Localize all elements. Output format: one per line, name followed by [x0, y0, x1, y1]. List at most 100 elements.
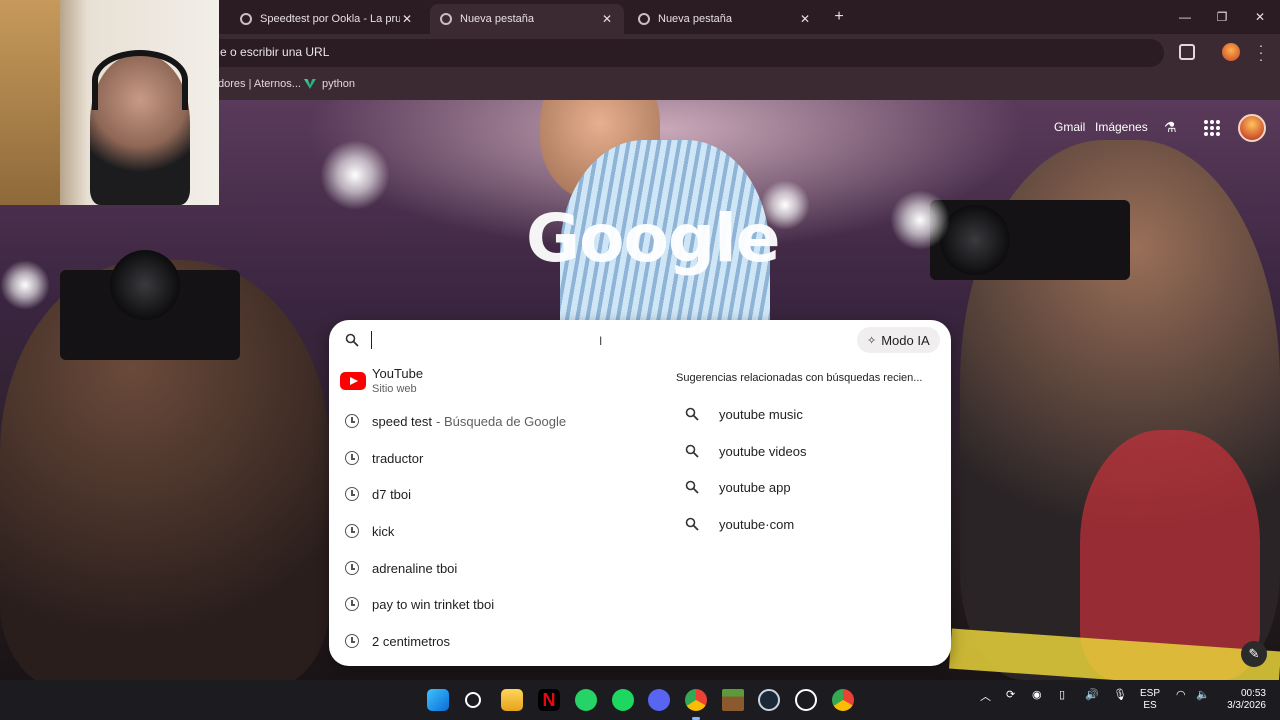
restore-button[interactable]: ❐: [1212, 8, 1232, 26]
tray-sync-icon[interactable]: ⟳: [1006, 688, 1015, 701]
search-icon: [685, 480, 699, 494]
labs-flask-icon[interactable]: ⚗: [1164, 119, 1178, 135]
vue-icon: [304, 79, 316, 89]
tab-nueva-pestana-active[interactable]: Nueva pestaña ✕: [430, 4, 624, 34]
related-suggestions-header: Sugerencias relacionadas con búsquedas r…: [676, 372, 923, 384]
history-suggestion[interactable]: 2 centimetros: [329, 624, 649, 658]
chrome-favicon-icon: [440, 13, 452, 25]
tab-speedtest[interactable]: Speedtest por Ookla - La prueb ✕: [230, 4, 424, 34]
tab-label: Speedtest por Ookla - La prueb: [260, 13, 400, 25]
related-text: youtube app: [719, 479, 791, 495]
history-suggestion[interactable]: d7 tboi: [329, 477, 649, 511]
webcam-background-door: [0, 0, 60, 205]
history-suggestion[interactable]: speed test - Búsqueda de Google: [329, 404, 649, 438]
google-apps-icon[interactable]: [1204, 120, 1220, 136]
ai-sparkle-icon: ✧: [867, 334, 877, 347]
close-window-button[interactable]: ✕: [1250, 8, 1270, 26]
history-clock-icon: [345, 414, 359, 428]
history-suggestion[interactable]: kick: [329, 514, 649, 548]
tray-battery-icon[interactable]: ▯: [1059, 688, 1065, 701]
steam-icon[interactable]: [758, 689, 780, 711]
gmail-link[interactable]: Gmail: [1054, 120, 1085, 134]
bookmark-python[interactable]: python: [304, 78, 355, 90]
chrome-favicon-icon: [638, 13, 650, 25]
spotify-icon[interactable]: [612, 689, 634, 711]
search-icon: [685, 444, 699, 458]
netflix-icon[interactable]: N: [538, 689, 560, 711]
bookmark-aternos[interactable]: dores | Aternos...: [218, 78, 301, 90]
tray-volume-icon[interactable]: 🔊: [1085, 688, 1099, 701]
tray-steam-icon[interactable]: ◉: [1032, 688, 1042, 701]
minecraft-icon[interactable]: [722, 689, 744, 711]
modo-ia-label: Modo IA: [881, 332, 930, 348]
history-clock-icon: [345, 561, 359, 575]
address-bar[interactable]: e o escribir una URL: [200, 39, 1164, 67]
suggestion-subtitle: Sitio web: [372, 383, 417, 395]
bookmark-label: python: [322, 78, 356, 90]
language-indicator[interactable]: ESP ES: [1140, 688, 1160, 712]
windows-start-icon[interactable]: [427, 689, 449, 711]
history-hint: - Búsqueda de Google: [436, 413, 567, 429]
related-text: youtube music: [719, 406, 803, 422]
camera-lens-right: [940, 205, 1010, 275]
tab-label: Nueva pestaña: [658, 13, 732, 25]
taskbar-clock[interactable]: 00:53 3/3/2026: [1224, 688, 1266, 712]
history-text: traductor: [372, 450, 424, 466]
account-avatar[interactable]: [1238, 114, 1266, 142]
history-clock-icon: [345, 597, 359, 611]
history-clock-icon: [345, 487, 359, 501]
menu-kebab-icon[interactable]: · · ·: [1258, 38, 1264, 66]
extensions-icon[interactable]: [1179, 44, 1195, 60]
tray-chevron-up-icon[interactable]: ︿: [980, 688, 991, 704]
history-text: 2 centimetros: [372, 633, 451, 649]
history-text: speed test: [372, 413, 432, 429]
customize-pencil-icon[interactable]: ✎: [1241, 641, 1267, 667]
chrome-alt-icon[interactable]: [832, 689, 854, 711]
history-suggestion[interactable]: adrenaline tboi: [329, 551, 649, 585]
profile-avatar[interactable]: [1222, 43, 1240, 61]
language-code: ESP: [1140, 688, 1161, 699]
search-input[interactable]: [371, 331, 372, 349]
camera-flash: [0, 260, 50, 310]
speedtest-favicon-icon: [240, 13, 252, 25]
related-suggestion[interactable]: youtube videos: [685, 436, 806, 466]
screen: Speedtest por Ookla - La prueb ✕ Nueva p…: [0, 0, 1280, 720]
camera-flash: [320, 140, 390, 210]
webcam-overlay: [0, 0, 219, 205]
history-text: pay to win trinket tboi: [372, 596, 495, 612]
related-text: youtube videos: [719, 443, 807, 459]
related-suggestion[interactable]: youtube·com: [685, 509, 794, 539]
modo-ia-button[interactable]: ✧ Modo IA: [857, 327, 940, 353]
whatsapp-icon[interactable]: [575, 689, 597, 711]
taskbar-search-icon[interactable]: [465, 692, 481, 708]
related-suggestion[interactable]: youtube music: [685, 399, 803, 429]
clock-date: 3/3/2026: [1227, 700, 1266, 711]
suggestion-title: YouTube: [372, 366, 424, 381]
minimize-button[interactable]: —: [1175, 8, 1195, 26]
search-dropdown: I ✧ Modo IA YouTube Sitio web speed test…: [329, 320, 951, 666]
close-icon[interactable]: ✕: [600, 12, 614, 26]
google-logo: Google: [526, 200, 780, 277]
headset-icon: [92, 50, 188, 110]
tab-nueva-pestana[interactable]: Nueva pestaña ✕: [628, 4, 822, 34]
address-bar-placeholder: e o escribir una URL: [220, 45, 330, 59]
tray-microphone-icon[interactable]: 🎙: [1113, 688, 1127, 701]
chrome-icon[interactable]: [685, 689, 707, 720]
suggestion-youtube[interactable]: YouTube Sitio web: [329, 361, 659, 401]
history-suggestion[interactable]: traductor: [329, 441, 649, 475]
close-icon[interactable]: ✕: [798, 12, 812, 26]
file-explorer-icon[interactable]: [501, 689, 523, 711]
tray-wifi-icon[interactable]: ◠: [1176, 688, 1186, 701]
discord-icon[interactable]: [648, 689, 670, 711]
search-icon: [685, 517, 699, 531]
tray-speaker-icon[interactable]: 🔈: [1196, 688, 1210, 701]
history-clock-icon: [345, 451, 359, 465]
related-suggestion[interactable]: youtube app: [685, 472, 791, 502]
close-icon[interactable]: ✕: [400, 12, 414, 26]
chatgpt-icon[interactable]: [795, 689, 817, 711]
new-tab-button[interactable]: +: [830, 8, 848, 26]
camera-lens-left: [110, 250, 180, 320]
windows-taskbar: N ︿ ⟳ ◉ ▯ 🔊 🎙 ESP ES ◠ 🔈 00:53 3/3/2026: [0, 680, 1280, 720]
history-suggestion[interactable]: pay to win trinket tboi: [329, 587, 649, 621]
images-link[interactable]: Imágenes: [1095, 120, 1148, 134]
